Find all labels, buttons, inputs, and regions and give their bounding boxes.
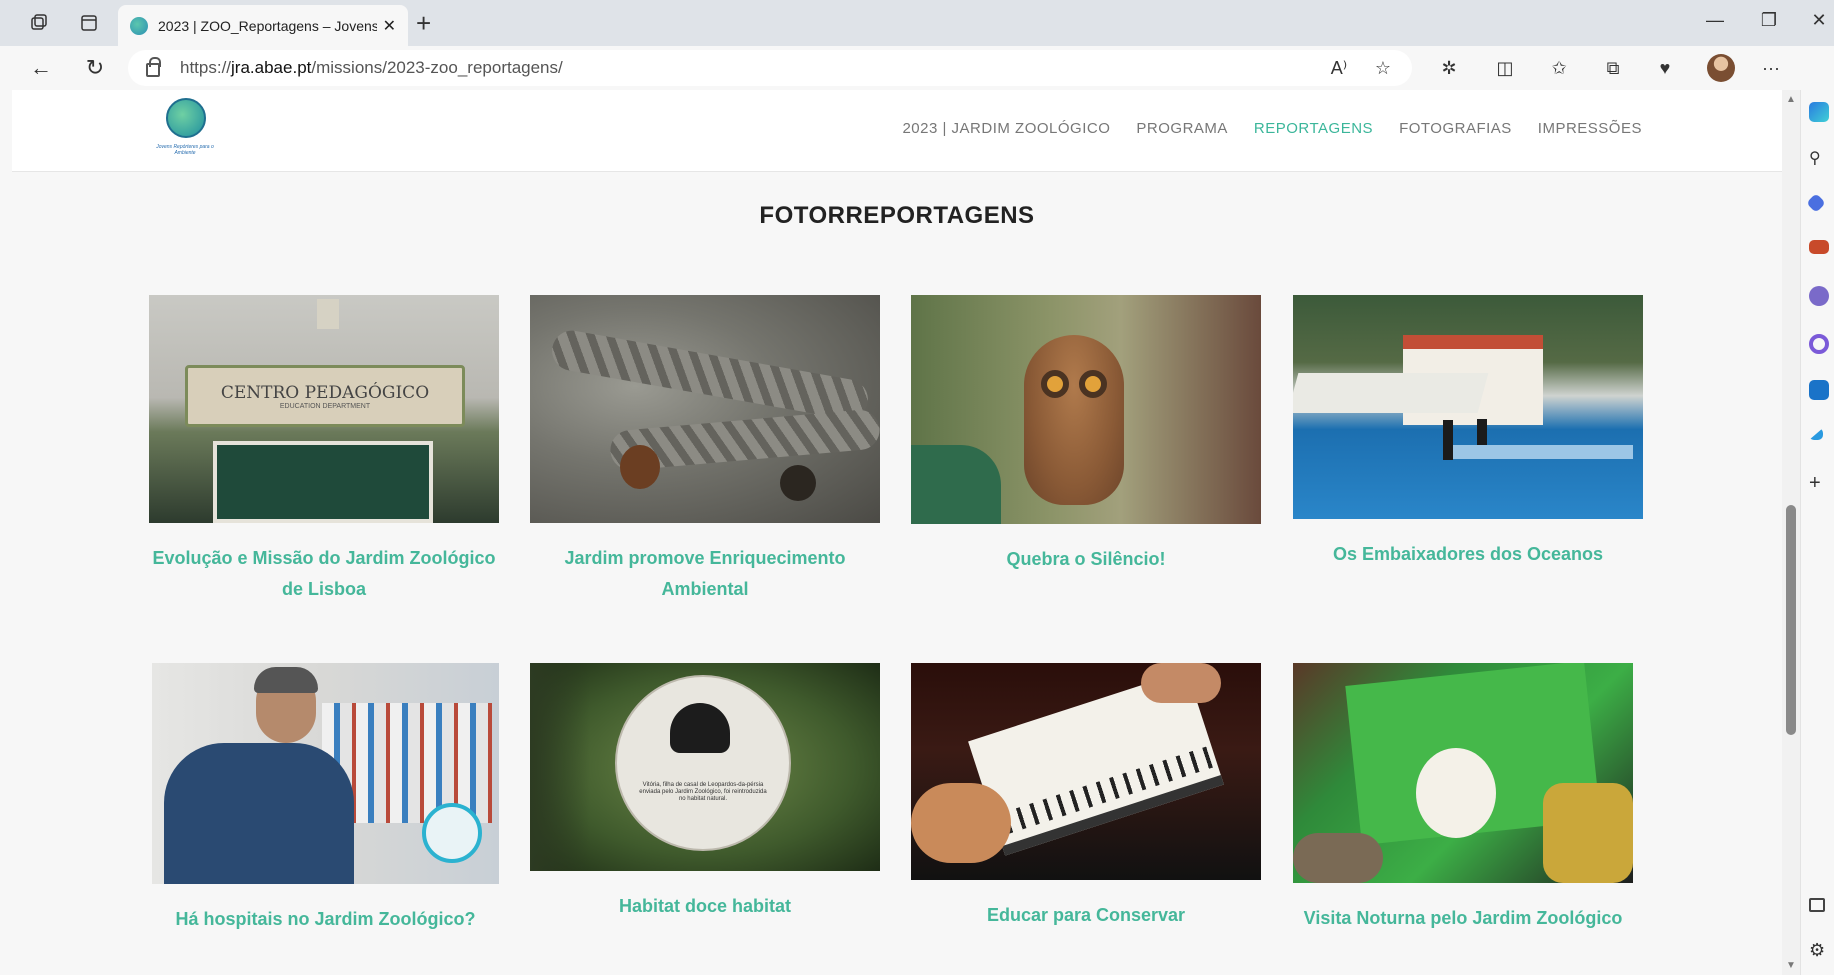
nav-item-reportagens[interactable]: REPORTAGENS — [1254, 120, 1373, 137]
close-window-icon[interactable]: ✕ — [1804, 10, 1834, 31]
profile-avatar[interactable] — [1707, 54, 1735, 82]
browser-tab-bar: 2023 | ZOO_Reportagens – Jovens ✕ + — ❐ … — [0, 0, 1834, 46]
site-header: Jovens Repórteres para o Ambiente 2023 |… — [12, 90, 1782, 172]
card-title[interactable]: Evolução e Missão do Jardim Zoológico de… — [149, 543, 499, 605]
read-aloud-icon[interactable]: A⁾ — [1326, 56, 1352, 80]
restore-icon[interactable]: ❐ — [1754, 10, 1784, 31]
tools-icon[interactable] — [1809, 240, 1829, 254]
page-scrollbar[interactable]: ▲ ▼ — [1782, 90, 1800, 975]
owl-photo[interactable] — [911, 295, 1261, 524]
favorite-star-icon[interactable]: ☆ — [1370, 56, 1396, 80]
address-bar[interactable]: https://jra.abae.pt/missions/2023-zoo_re… — [128, 50, 1412, 86]
browser-essentials-icon[interactable]: ♥ — [1652, 56, 1678, 80]
workspaces-icon[interactable] — [26, 10, 52, 36]
dolphin-pool-photo[interactable] — [1293, 295, 1643, 519]
section-title: FOTORREPORTAGENS — [759, 202, 1035, 229]
report-card[interactable]: Quebra o Silêncio! — [911, 295, 1261, 575]
report-card[interactable]: Visita Noturna pelo Jardim Zoológico — [1293, 663, 1633, 934]
favorites-icon[interactable]: ✩ — [1546, 56, 1572, 80]
nav-item-jardim-zoologico[interactable]: 2023 | JARDIM ZOOLÓGICO — [902, 120, 1110, 137]
split-screen-icon[interactable]: ◫ — [1492, 56, 1518, 80]
search-icon[interactable]: ⚲ — [1809, 148, 1829, 168]
centro-pedagogico-photo[interactable]: CENTRO PEDAGÓGICO EDUCATION DEPARTMENT — [149, 295, 499, 523]
refresh-icon[interactable]: ↻ — [80, 54, 110, 82]
report-card[interactable]: Educar para Conservar — [911, 663, 1261, 931]
close-tab-icon[interactable]: ✕ — [383, 16, 396, 36]
veterinarian-interview-photo[interactable] — [152, 663, 499, 884]
active-tab[interactable]: 2023 | ZOO_Reportagens – Jovens ✕ — [118, 5, 408, 46]
send-icon[interactable] — [1809, 428, 1823, 440]
globe-logo-icon — [166, 98, 206, 138]
games-icon[interactable] — [1809, 286, 1829, 306]
back-icon[interactable]: ← — [26, 54, 56, 82]
scroll-down-icon[interactable]: ▼ — [1786, 960, 1796, 971]
card-title[interactable]: Quebra o Silêncio! — [911, 544, 1261, 575]
hide-sidebar-icon[interactable] — [1809, 898, 1825, 912]
card-title[interactable]: Visita Noturna pelo Jardim Zoológico — [1293, 903, 1633, 934]
report-card[interactable]: Há hospitais no Jardim Zoológico? — [152, 663, 499, 935]
tab-actions-icon[interactable] — [76, 10, 102, 36]
report-card[interactable]: Jardim promove Enriquecimento Ambiental — [530, 295, 880, 605]
more-options-icon[interactable]: ··· — [1758, 56, 1784, 80]
outlook-icon[interactable] — [1809, 380, 1829, 400]
leopard-sign-photo[interactable]: Vitória, filha de casal de Leopardos-da-… — [530, 663, 880, 871]
nav-item-fotografias[interactable]: FOTOGRAFIAS — [1399, 120, 1512, 137]
add-icon[interactable]: + — [1809, 472, 1829, 494]
browser-toolbar: ← ↻ https://jra.abae.pt/missions/2023-zo… — [0, 46, 1834, 90]
edge-sidebar: ⚲ + ⚙ — [1800, 90, 1834, 975]
shopping-icon[interactable] — [1806, 193, 1826, 213]
card-title[interactable]: Educar para Conservar — [911, 900, 1261, 931]
minimize-icon[interactable]: — — [1700, 10, 1730, 31]
site-logo[interactable]: Jovens Repórteres para o Ambiente — [152, 98, 218, 168]
web-page: Jovens Repórteres para o Ambiente 2023 |… — [12, 90, 1782, 975]
new-tab-button[interactable]: + — [416, 8, 431, 39]
card-title[interactable]: Jardim promove Enriquecimento Ambiental — [530, 543, 880, 605]
card-title[interactable]: Há hospitais no Jardim Zoológico? — [152, 904, 499, 935]
main-nav: 2023 | JARDIM ZOOLÓGICO PROGRAMA REPORTA… — [902, 120, 1642, 137]
site-favicon-icon — [130, 16, 148, 35]
url-text: https://jra.abae.pt/missions/2023-zoo_re… — [180, 58, 563, 77]
report-card[interactable]: CENTRO PEDAGÓGICO EDUCATION DEPARTMENT E… — [149, 295, 499, 605]
report-card[interactable]: Os Embaixadores dos Oceanos — [1293, 295, 1643, 570]
scroll-up-icon[interactable]: ▲ — [1786, 94, 1796, 105]
report-card[interactable]: Vitória, filha de casal de Leopardos-da-… — [530, 663, 880, 922]
lock-icon — [146, 57, 161, 77]
card-title[interactable]: Os Embaixadores dos Oceanos — [1293, 539, 1643, 570]
rope-pinecones-photo[interactable] — [530, 295, 880, 523]
notebook-photo[interactable] — [911, 663, 1261, 880]
extensions-icon[interactable]: ✲ — [1436, 56, 1462, 80]
logo-text: Jovens Repórteres para o Ambiente — [156, 144, 214, 156]
nav-item-impressoes[interactable]: IMPRESSÕES — [1538, 120, 1642, 137]
tab-title: 2023 | ZOO_Reportagens – Jovens — [158, 17, 377, 34]
microsoft-365-icon[interactable] — [1809, 334, 1829, 354]
green-paper-photo[interactable] — [1293, 663, 1633, 883]
copilot-icon[interactable] — [1809, 102, 1829, 122]
nav-item-programa[interactable]: PROGRAMA — [1136, 120, 1228, 137]
scrollbar-thumb[interactable] — [1786, 505, 1796, 735]
card-title[interactable]: Habitat doce habitat — [530, 891, 880, 922]
collections-icon[interactable]: ⧉ — [1600, 56, 1626, 80]
settings-gear-icon[interactable]: ⚙ — [1809, 940, 1829, 960]
